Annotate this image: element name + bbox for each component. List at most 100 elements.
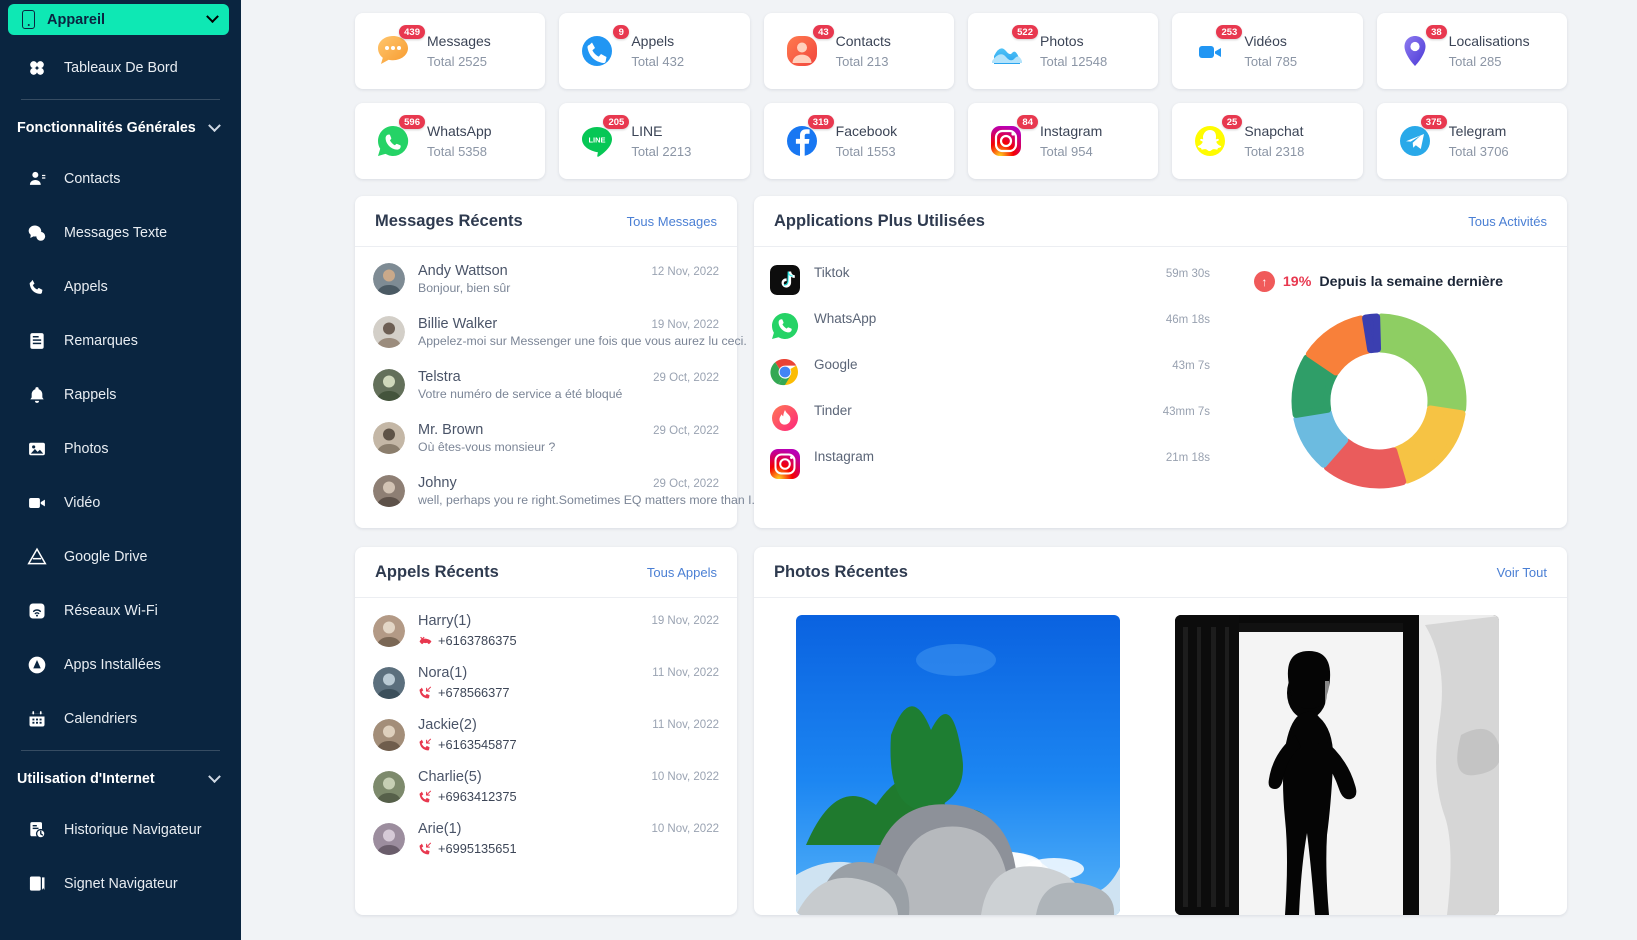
message-list-item[interactable]: Mr. Brown 29 Oct, 2022 Où êtes-vous mons… bbox=[373, 412, 719, 465]
sidebar-item-apps-installees[interactable]: Apps Installées bbox=[0, 638, 241, 692]
stat-total: Total 12548 bbox=[1039, 54, 1108, 69]
google-drive-icon bbox=[26, 547, 47, 568]
avatar bbox=[373, 666, 405, 699]
avatar bbox=[373, 316, 405, 348]
message-list-item[interactable]: Telstra 29 Oct, 2022 Votre numéro de ser… bbox=[373, 359, 719, 412]
sidebar-group-internet[interactable]: Utilisation d'Internet bbox=[0, 755, 241, 803]
stat-total: Total 285 bbox=[1448, 54, 1502, 69]
call-number-row: +6995135651 bbox=[418, 841, 719, 856]
stat-card[interactable]: 253 Vidéos Total 785 bbox=[1172, 13, 1363, 89]
stat-card[interactable]: 522 Photos Total 12548 bbox=[967, 13, 1159, 89]
view-all-photos-link[interactable]: Voir Tout bbox=[1497, 565, 1547, 580]
incoming-call-icon bbox=[419, 790, 432, 802]
panel-header: Photos Récentes Voir Tout bbox=[754, 547, 1567, 598]
stat-total: Total 3706 bbox=[1448, 144, 1509, 159]
stat-total: Total 5358 bbox=[427, 144, 487, 159]
sidebar-item-dashboard[interactable]: Tableaux De Bord bbox=[0, 41, 241, 95]
stat-card[interactable]: 596 WhatsApp Total 5358 bbox=[355, 103, 546, 179]
stat-name: Localisations bbox=[1448, 33, 1530, 49]
stat-badge: 596 bbox=[399, 115, 425, 129]
avatar bbox=[373, 770, 405, 803]
panel-header: Applications Plus Utilisées Tous Activit… bbox=[754, 196, 1567, 247]
sidebar-item-historique-navigateur[interactable]: Historique Navigateur bbox=[0, 803, 241, 857]
app-name: Instagram bbox=[814, 449, 875, 464]
photo-thumbnail[interactable] bbox=[796, 615, 1120, 915]
stat-card[interactable]: 38 Localisations Total 285 bbox=[1376, 13, 1567, 89]
stat-card[interactable]: 439 Messages Total 2525 bbox=[355, 13, 546, 89]
message-preview: Bonjour, bien sûr bbox=[418, 281, 511, 295]
message-preview: well, perhaps you re right.Sometimes EQ … bbox=[418, 493, 762, 507]
incoming-call-icon bbox=[419, 738, 432, 750]
all-calls-link[interactable]: Tous Appels bbox=[647, 565, 717, 580]
sidebar-group-label: Utilisation d'Internet bbox=[17, 771, 155, 787]
sidebar-item-signet-navigateur[interactable]: Signet Navigateur bbox=[0, 857, 241, 911]
call-date: 10 Nov, 2022 bbox=[651, 771, 719, 783]
sidebar-item-messages-texte[interactable]: Messages Texte bbox=[0, 206, 241, 260]
apps-body: Tiktok 59m 30s WhatsApp 46m 18s Google 4… bbox=[754, 247, 1567, 511]
sidebar-group-general[interactable]: Fonctionnalités Générales bbox=[0, 104, 241, 152]
snapchat-icon: 25 bbox=[1190, 115, 1243, 161]
sidebar-item-rappels[interactable]: Rappels bbox=[0, 368, 241, 422]
sidebar-item-photos[interactable]: Photos bbox=[0, 422, 241, 476]
message-list-item[interactable]: Andy Wattson 12 Nov, 2022 Bonjour, bien … bbox=[373, 253, 719, 306]
sidebar-item-wifi[interactable]: Réseaux Wi-Fi bbox=[0, 584, 241, 638]
sidebar-item-label: Photos bbox=[64, 441, 109, 457]
stat-card[interactable]: 319 Facebook Total 1553 bbox=[763, 103, 954, 179]
sidebar-item-label: Appels bbox=[64, 279, 108, 295]
call-list-item[interactable]: Jackie(2) 11 Nov, 2022 +6163545877 bbox=[373, 708, 719, 760]
app-name: WhatsApp bbox=[814, 311, 877, 326]
stat-card[interactable]: LINE 205 LINE Total 2213 bbox=[559, 103, 750, 179]
call-number-row: +678566377 bbox=[418, 685, 719, 700]
photo-thumbnail[interactable] bbox=[1175, 615, 1499, 915]
video-camera-icon bbox=[26, 493, 47, 514]
avatar bbox=[373, 263, 405, 295]
device-selector[interactable]: Appareil bbox=[8, 4, 229, 35]
stat-card[interactable]: 375 Telegram Total 3706 bbox=[1376, 103, 1567, 179]
stat-card[interactable]: 25 Snapchat Total 2318 bbox=[1172, 103, 1363, 179]
stat-card[interactable]: 43 Contacts Total 213 bbox=[763, 13, 954, 89]
sidebar-item-label: Tableaux De Bord bbox=[64, 60, 178, 76]
stat-name: Contacts bbox=[835, 33, 891, 49]
incoming-call-icon bbox=[419, 686, 432, 698]
call-contact-name: Harry(1) bbox=[418, 613, 472, 629]
app-usage-time: 43m 7s bbox=[1172, 360, 1210, 372]
sidebar-item-video[interactable]: Vidéo bbox=[0, 476, 241, 530]
tiktok-icon bbox=[770, 265, 800, 295]
stat-name: LINE bbox=[631, 123, 663, 139]
call-list-item[interactable]: Harry(1) 19 Nov, 2022 +6163786375 bbox=[373, 604, 719, 656]
sidebar-item-remarques[interactable]: Remarques bbox=[0, 314, 241, 368]
message-sender: Billie Walker bbox=[418, 316, 498, 332]
messages-list: Andy Wattson 12 Nov, 2022 Bonjour, bien … bbox=[355, 247, 762, 528]
whatsapp-icon bbox=[770, 311, 800, 341]
stat-badge: 319 bbox=[807, 115, 834, 129]
message-list-item[interactable]: Billie Walker 19 Nov, 2022 Appelez-moi s… bbox=[373, 306, 747, 359]
call-list-item[interactable]: Charlie(5) 10 Nov, 2022 +6963412375 bbox=[373, 760, 719, 812]
call-list-item[interactable]: Nora(1) 11 Nov, 2022 +678566377 bbox=[373, 656, 719, 708]
sidebar-item-calendriers[interactable]: Calendriers bbox=[0, 692, 241, 746]
call-number: +678566377 bbox=[438, 685, 510, 700]
chevron-down-icon[interactable] bbox=[208, 118, 221, 132]
telegram-icon: 375 bbox=[1395, 115, 1447, 161]
message-date: 29 Oct, 2022 bbox=[653, 478, 719, 490]
sidebar-item-contacts[interactable]: Contacts bbox=[0, 152, 241, 206]
sidebar-item-label: Signet Navigateur bbox=[64, 876, 178, 892]
stat-card[interactable]: 9 Appels Total 432 bbox=[559, 13, 750, 89]
chevron-down-icon[interactable] bbox=[206, 10, 219, 24]
app-usage-row: Tinder 43mm 7s bbox=[770, 403, 1210, 433]
location-icon: 38 bbox=[1395, 25, 1447, 71]
panel-title: Applications Plus Utilisées bbox=[774, 212, 985, 230]
sidebar-item-appels[interactable]: Appels bbox=[0, 260, 241, 314]
stat-card[interactable]: 84 Instagram Total 954 bbox=[967, 103, 1159, 179]
app-usage-row: Google 43m 7s bbox=[770, 357, 1210, 387]
stat-total: Total 2213 bbox=[631, 144, 692, 159]
call-list-item[interactable]: Arie(1) 10 Nov, 2022 +6995135651 bbox=[373, 812, 719, 864]
sidebar-item-google-drive[interactable]: Google Drive bbox=[0, 530, 241, 584]
message-bubbles-icon bbox=[26, 223, 47, 244]
message-preview: Où êtes-vous monsieur ? bbox=[418, 440, 556, 454]
app-usage-row: Tiktok 59m 30s bbox=[770, 265, 1210, 295]
all-messages-link[interactable]: Tous Messages bbox=[627, 214, 717, 229]
all-activities-link[interactable]: Tous Activités bbox=[1468, 214, 1547, 229]
avatar bbox=[373, 369, 405, 401]
chevron-down-icon[interactable] bbox=[208, 769, 221, 783]
message-list-item[interactable]: Johny 29 Oct, 2022 well, perhaps you re … bbox=[373, 465, 762, 518]
